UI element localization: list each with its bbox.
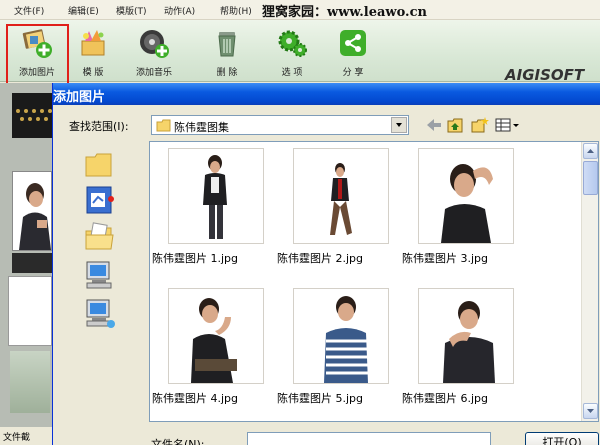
chevron-up-icon [587, 149, 594, 153]
file-name: 陈伟霆图片 5.jpg [277, 392, 364, 405]
preview-panel [8, 276, 52, 346]
file-name: 陈伟霆图片 6.jpg [402, 392, 489, 405]
slide-thumb-1[interactable] [12, 93, 52, 138]
slide-thumb-2[interactable] [12, 171, 52, 251]
view-menu-icon[interactable] [495, 117, 521, 133]
delete-label: 删 除 [216, 68, 238, 78]
menu-template[interactable]: 模版(T) [116, 4, 147, 17]
look-in-value: 陈伟霆图集 [174, 121, 229, 134]
back-arrow-icon[interactable] [425, 117, 443, 133]
file-name: 陈伟霆图片 3.jpg [402, 252, 489, 265]
menu-edit[interactable]: 编辑(E) [68, 4, 99, 17]
file-thumbnail [418, 288, 514, 384]
look-in-dropdown-button[interactable] [391, 117, 407, 133]
add-image-dialog: 添加图片 查找范围(I): 陈伟霆图集 陈伟霆图片 1.jpg 陈伟霆图片 2.… [52, 83, 600, 445]
template-icon [81, 30, 105, 56]
toolbar: 添加图片 模 版 添加音乐 删 除 选 项 分 享 AIGISOFT [0, 20, 600, 84]
scroll-down-button[interactable] [583, 403, 598, 419]
main-preview-strip [0, 83, 52, 445]
file-list-scrollbar[interactable] [581, 142, 598, 421]
look-in-label: 查找范围(I): [69, 120, 129, 133]
menu-bar: 文件(F) 编辑(E) 模版(T) 动作(A) 帮助(H) 狸窝家园：www.l… [0, 0, 600, 20]
file-item[interactable]: 陈伟霆图片 3.jpg [402, 148, 520, 266]
recent-folder-icon[interactable] [83, 148, 117, 182]
chevron-down-icon [396, 123, 402, 127]
dialog-title: 添加图片 [53, 90, 106, 105]
add-music-button[interactable]: 添加音乐 [122, 23, 186, 79]
share-button[interactable]: 分 享 [321, 23, 385, 79]
scroll-thumb[interactable] [583, 161, 598, 195]
add-music-icon [140, 30, 169, 58]
pattern-icon [16, 109, 52, 121]
file-status-tab[interactable]: 文件截 [0, 427, 52, 445]
person-photo-icon [441, 164, 493, 243]
options-gear-icon [278, 30, 307, 57]
person-photo-icon [191, 298, 237, 383]
my-computer-icon[interactable] [83, 258, 117, 292]
trash-icon [218, 32, 236, 57]
file-item[interactable]: 陈伟霆图片 4.jpg [152, 288, 270, 406]
person-photo-icon [19, 183, 51, 250]
delete-button[interactable]: 删 除 [195, 23, 259, 79]
template-button[interactable]: 模 版 [61, 23, 125, 79]
network-icon[interactable] [83, 296, 117, 330]
watermark-text: 狸窝家园：www.leawo.cn [262, 5, 427, 20]
file-thumbnail [168, 148, 264, 244]
file-name: 陈伟霆图片 4.jpg [152, 392, 239, 405]
file-status-label: 文件截 [3, 433, 31, 443]
desktop-icon[interactable] [83, 183, 117, 217]
options-button[interactable]: 选 项 [260, 23, 324, 79]
menu-help[interactable]: 帮助(H) [220, 4, 252, 17]
menu-file[interactable]: 文件(F) [14, 4, 44, 17]
slide-thumb-4[interactable] [10, 351, 50, 413]
places-bar [79, 143, 119, 433]
file-name: 陈伟霆图片 2.jpg [277, 252, 364, 265]
up-folder-icon[interactable] [447, 117, 465, 133]
file-item[interactable]: 陈伟霆图片 5.jpg [277, 288, 395, 406]
chevron-down-icon [587, 409, 594, 413]
options-label: 选 项 [281, 68, 303, 78]
menu-action[interactable]: 动作(A) [164, 4, 195, 17]
brand-logo: AIGISOFT [505, 66, 585, 84]
file-item[interactable]: 陈伟霆图片 2.jpg [277, 148, 395, 266]
template-label: 模 版 [82, 68, 104, 78]
share-label: 分 享 [342, 68, 364, 78]
file-item[interactable]: 陈伟霆图片 6.jpg [402, 288, 520, 406]
filename-input[interactable] [247, 432, 491, 445]
new-folder-icon[interactable] [471, 117, 489, 133]
look-in-dropdown[interactable]: 陈伟霆图集 [151, 115, 409, 135]
file-thumbnail [293, 148, 389, 244]
share-icon [340, 30, 366, 56]
highlight-box [6, 24, 69, 87]
person-photo-icon [443, 301, 495, 383]
slide-thumb-3[interactable] [12, 253, 52, 273]
dialog-title-bar[interactable]: 添加图片 [53, 83, 600, 105]
person-photo-icon [203, 155, 227, 239]
file-thumbnail [418, 148, 514, 244]
file-thumbnail [168, 288, 264, 384]
file-thumbnail [293, 288, 389, 384]
folder-icon [156, 119, 171, 132]
add-music-label: 添加音乐 [135, 68, 172, 78]
open-button[interactable]: 打开(O) [525, 432, 599, 445]
filename-label: 文件名(N): [151, 438, 205, 445]
file-item[interactable]: 陈伟霆图片 1.jpg [152, 148, 270, 266]
scroll-up-button[interactable] [583, 143, 598, 159]
file-name: 陈伟霆图片 1.jpg [152, 252, 239, 265]
person-photo-icon [330, 163, 352, 235]
person-photo-icon [324, 296, 368, 383]
file-list-view[interactable]: 陈伟霆图片 1.jpg 陈伟霆图片 2.jpg 陈伟霆图片 3.jpg 陈伟霆图… [149, 141, 599, 422]
app-window: 文件(F) 编辑(E) 模版(T) 动作(A) 帮助(H) 狸窝家园：www.l… [0, 0, 600, 445]
documents-folder-icon[interactable] [83, 221, 117, 255]
